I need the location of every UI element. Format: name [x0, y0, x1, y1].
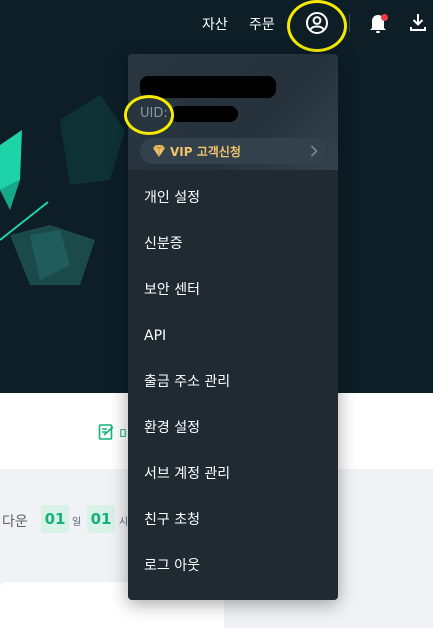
notification-dot [381, 14, 388, 21]
redacted-uid [170, 106, 238, 122]
menu-item-invite-friends[interactable]: 친구 초청 [144, 500, 324, 540]
decorative-crystals [0, 95, 125, 285]
download-icon[interactable] [409, 12, 427, 32]
vip-diamond-icon [153, 144, 165, 157]
menu-item-security-center[interactable]: 보안 센터 [144, 270, 324, 310]
menu-item-identity[interactable]: 신분증 [144, 224, 324, 264]
countdown-unit-hour: 시 [119, 517, 129, 528]
nav-orders[interactable]: 주문 [249, 14, 275, 34]
menu-item-withdrawal-addresses[interactable]: 출금 주소 관리 [144, 362, 324, 402]
edit-icon[interactable] [98, 423, 116, 441]
chevron-right-icon [310, 145, 318, 157]
menu-item-personal-settings[interactable]: 개인 설정 [144, 178, 324, 218]
menu-item-logout[interactable]: 로그 아웃 [144, 546, 324, 586]
menu-item-api[interactable]: API [144, 316, 324, 356]
user-account-icon[interactable] [303, 9, 331, 37]
uid-label: UID: [140, 106, 168, 121]
countdown-days: 01 [41, 505, 69, 533]
countdown-hours: 01 [87, 505, 115, 533]
menu-item-sub-accounts[interactable]: 서브 계정 관리 [144, 454, 324, 494]
vip-apply-label: VIP 고객신청 [170, 145, 241, 159]
account-dropdown-menu: UID: VIP 고객신청 개인 설정 신분증 보안 센터 API 출금 주소 … [128, 54, 338, 600]
account-summary: UID: VIP 고객신청 [128, 54, 338, 170]
nav-divider [349, 14, 350, 32]
redacted-account-name [140, 76, 276, 98]
menu-item-preferences[interactable]: 환경 설정 [144, 408, 324, 448]
vip-apply-button[interactable]: VIP 고객신청 [140, 138, 326, 164]
nav-assets[interactable]: 자산 [202, 14, 228, 34]
countdown-label: 다운 [2, 514, 28, 530]
countdown-unit-day: 일 [72, 517, 82, 528]
